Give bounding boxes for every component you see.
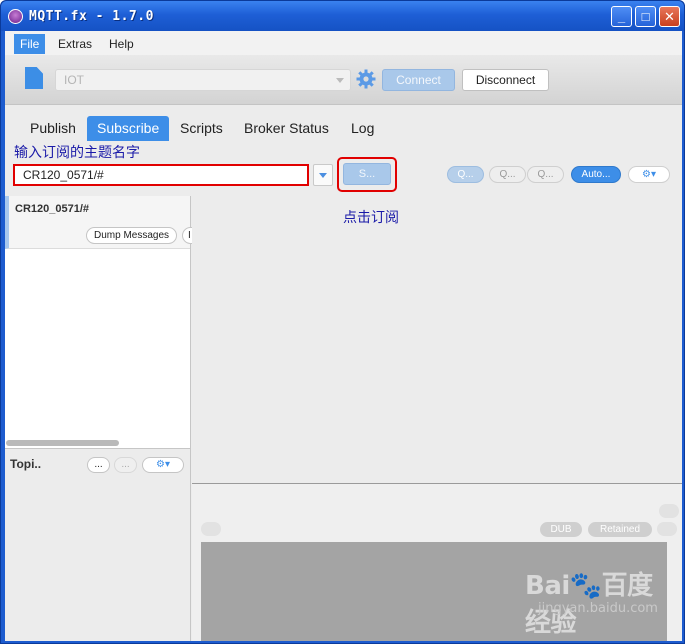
- profile-select-value: IOT: [64, 73, 84, 87]
- autoscroll-button[interactable]: Auto...: [571, 166, 621, 183]
- dump-messages-button[interactable]: Dump Messages: [86, 227, 177, 244]
- topic-hint-annotation: 输入订阅的主题名字: [14, 145, 140, 161]
- tab-publish[interactable]: Publish: [20, 116, 86, 141]
- app-icon: [8, 9, 23, 24]
- main-tabs: Publish Subscribe Scripts Broker Status …: [5, 114, 682, 142]
- topic-input[interactable]: CR120_0571/#: [13, 164, 309, 186]
- menu-file[interactable]: File: [14, 34, 46, 54]
- baidu-watermark: Bai🐾百度 经验 jingyan.baidu.com: [525, 565, 685, 639]
- chevron-down-icon: [336, 78, 344, 83]
- subscription-item[interactable]: CR120_0571/# Dump Messages I: [5, 196, 196, 249]
- horizontal-scrollbar[interactable]: [6, 440, 119, 446]
- subscribe-options-button[interactable]: ⚙▾: [628, 166, 670, 183]
- qos2-button[interactable]: Q...: [527, 166, 564, 183]
- topics-panel: Topi.. ... ... ⚙▾: [5, 448, 190, 641]
- detail-toggle-top[interactable]: [659, 504, 679, 518]
- topics-label: Topi..: [10, 457, 42, 471]
- subscriptions-pane: CR120_0571/# Dump Messages I Topi.. ... …: [5, 196, 196, 641]
- connect-button[interactable]: Connect: [382, 69, 455, 91]
- retained-badge: Retained: [588, 522, 652, 537]
- gear-icon[interactable]: [356, 69, 376, 89]
- connection-profile-select[interactable]: IOT: [55, 69, 351, 91]
- menu-help[interactable]: Help: [103, 34, 140, 54]
- tab-scripts[interactable]: Scripts: [170, 116, 233, 141]
- qos1-button[interactable]: Q...: [489, 166, 526, 183]
- subscribe-button[interactable]: S...: [343, 163, 391, 185]
- dub-badge: DUB: [540, 522, 582, 537]
- connection-profile-icon: [25, 67, 43, 89]
- connection-toolbar: IOT Connect Disconnect: [5, 55, 682, 105]
- app-window: MQTT.fx - 1.7.0 _ □ ✕ File Extras Help I…: [0, 0, 685, 644]
- minimize-button[interactable]: _: [611, 6, 632, 27]
- detail-toggle-right[interactable]: [657, 522, 677, 536]
- client-area: File Extras Help IOT Connect Disconnect …: [5, 31, 682, 641]
- menu-extras[interactable]: Extras: [52, 34, 98, 54]
- menu-bar: File Extras Help: [5, 31, 682, 55]
- qos0-button[interactable]: Q...: [447, 166, 484, 183]
- tab-broker-status[interactable]: Broker Status: [234, 116, 339, 141]
- topics-button-1[interactable]: ...: [87, 457, 110, 473]
- subscription-topic: CR120_0571/#: [15, 203, 90, 215]
- title-bar[interactable]: MQTT.fx - 1.7.0 _ □ ✕: [1, 1, 684, 31]
- topic-history-dropdown[interactable]: [313, 164, 333, 186]
- detail-toggle-left[interactable]: [201, 522, 221, 536]
- watermark-sub: jingyan.baidu.com: [538, 601, 658, 616]
- tab-log[interactable]: Log: [341, 116, 384, 141]
- click-hint-annotation: 点击订阅: [343, 210, 399, 226]
- topics-button-2[interactable]: ...: [114, 457, 137, 473]
- tab-subscribe[interactable]: Subscribe: [87, 116, 170, 141]
- disconnect-button[interactable]: Disconnect: [462, 69, 549, 91]
- close-button[interactable]: ✕: [659, 6, 680, 27]
- window-title: MQTT.fx - 1.7.0: [29, 9, 154, 24]
- topics-options-button[interactable]: ⚙▾: [142, 457, 184, 473]
- maximize-button[interactable]: □: [635, 6, 656, 27]
- messages-pane: 点击订阅: [192, 196, 682, 483]
